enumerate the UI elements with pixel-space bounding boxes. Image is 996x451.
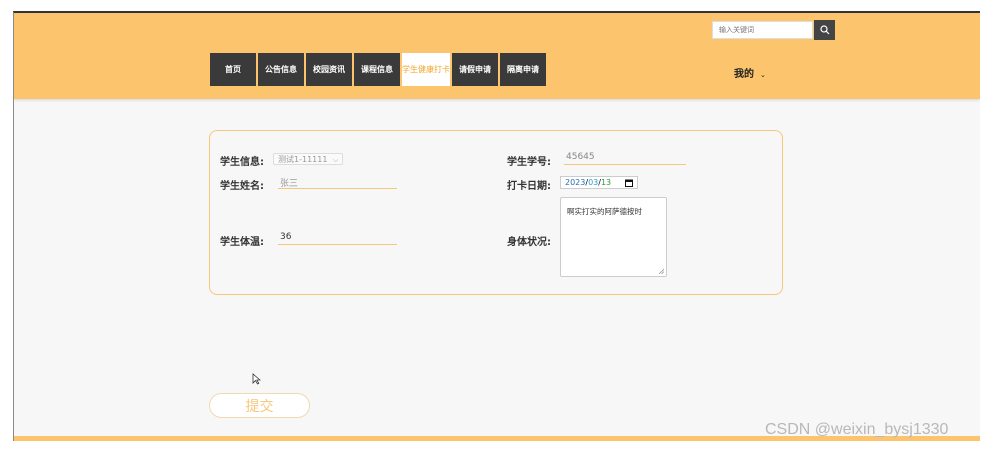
student-no-field[interactable]: 45645 [564,152,686,165]
student-name-label: 学生姓名: [220,181,264,192]
chevron-down-icon: ⌵ [332,156,339,164]
calendar-icon[interactable] [625,179,633,187]
temperature-field[interactable]: 36 [278,232,397,245]
health-label: 身体状况: [507,237,551,248]
student-name-field[interactable]: 张三 [278,176,397,189]
user-menu-label: 我的 [734,69,754,80]
chevron-down-icon: ⌄ [760,71,766,79]
student-info-select[interactable]: 测试1-11111 ⌵ [273,153,344,165]
nav-announcements[interactable]: 公告信息 [258,53,304,86]
student-info-value: 测试1-11111 [278,155,328,164]
student-info-label: 学生信息: [220,157,264,168]
date-month: 03 [588,178,599,187]
nav-leave-request[interactable]: 请假申请 [452,53,498,86]
watermark: CSDN @weixin_bysj1330 [765,421,949,438]
nav-course-info[interactable]: 课程信息 [354,53,400,86]
nav-quarantine-request[interactable]: 隔离申请 [500,53,546,86]
temperature-label: 学生体温: [220,237,264,248]
cursor-icon [252,373,261,385]
user-menu[interactable]: 我的 ⌄ [734,65,766,80]
date-year: 2023 [565,178,586,187]
header: 首页 公告信息 校园资讯 课程信息 学生健康打卡 请假申请 隔离申请 我的 ⌄ [14,13,980,99]
checkin-date-input[interactable]: 2023/03/13 [560,176,638,189]
nav-home[interactable]: 首页 [210,53,256,86]
main-nav: 首页 公告信息 校园资讯 课程信息 学生健康打卡 请假申请 隔离申请 [210,53,548,86]
search-icon [819,25,829,35]
search-input[interactable] [712,21,813,39]
health-value: 啊实打实的阿萨德按时 [567,207,642,216]
submit-button[interactable]: 提交 [209,393,310,418]
checkin-date-label: 打卡日期: [507,181,551,192]
resize-handle-icon[interactable] [658,268,664,274]
search-button[interactable] [814,20,835,40]
student-no-label: 学生学号: [507,157,551,168]
nav-campus-news[interactable]: 校园资讯 [306,53,352,86]
date-day: 13 [600,178,612,187]
health-textarea[interactable]: 啊实打实的阿萨德按时 [560,197,667,277]
nav-health-checkin[interactable]: 学生健康打卡 [402,53,450,86]
checkin-form: 学生信息: 测试1-11111 ⌵ 学生学号: 45645 学生姓名: 张三 打… [209,130,783,295]
app-frame: 首页 公告信息 校园资讯 课程信息 学生健康打卡 请假申请 隔离申请 我的 ⌄ 学… [13,11,980,441]
